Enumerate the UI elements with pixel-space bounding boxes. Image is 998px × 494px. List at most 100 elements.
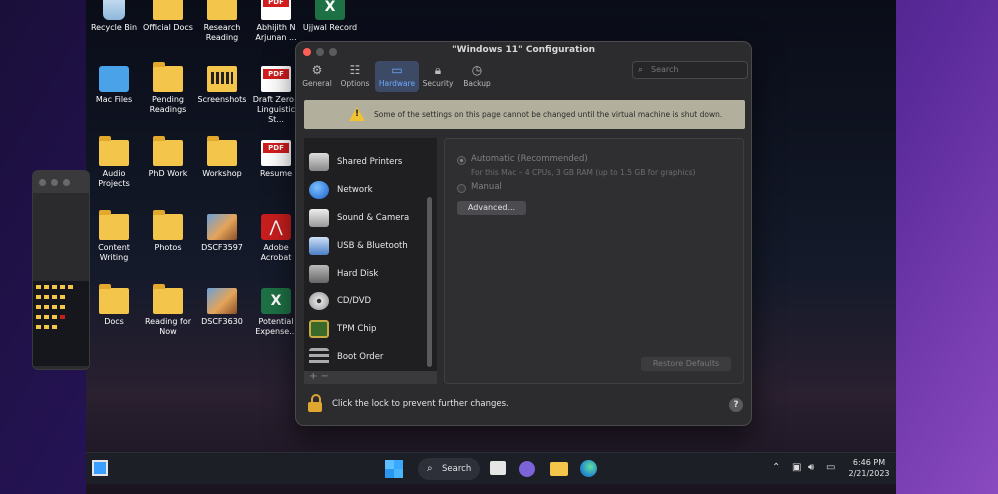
desktop-icon[interactable]: Research Reading [194, 0, 250, 43]
hardware-list-scrollbar[interactable] [427, 197, 432, 367]
sidebar-item-label: USB & Bluetooth [337, 241, 408, 251]
desktop-icon-label: Content Writing [98, 243, 130, 262]
clock-time: 6:46 PM [852, 458, 886, 467]
excel-icon: X [315, 0, 345, 20]
sidebar-item-boot-order[interactable]: Boot Order [309, 346, 429, 368]
sidebar-item-usb-bluetooth[interactable]: USB & Bluetooth [309, 235, 429, 257]
desktop-icon[interactable]: Workshop [194, 136, 250, 179]
lock-icon[interactable] [308, 394, 322, 412]
folder-icon [99, 210, 129, 240]
vm-configuration-dialog: "Windows 11" Configuration ⚙ General ☷ O… [295, 41, 752, 426]
pdf-icon: PDF [261, 66, 291, 92]
tab-security[interactable]: 🔒︎ Security [418, 61, 458, 92]
desktop-icon[interactable]: DSCF3630 [194, 288, 250, 327]
tab-hardware[interactable]: ▭ Hardware [375, 61, 419, 92]
folder-icon [153, 284, 183, 314]
desktop-icon[interactable]: Audio Projects [86, 136, 142, 189]
folder-icon [153, 210, 183, 240]
sidebar-item-hard-disk[interactable]: Hard Disk [309, 263, 429, 285]
task-view-icon[interactable] [490, 461, 506, 475]
desktop-icon[interactable]: PDF Abhijith N Arjunan ... [248, 0, 304, 43]
background-window-preview [33, 281, 89, 366]
tab-label: Security [422, 79, 454, 88]
volume-icon[interactable]: 🔊︎ [808, 462, 814, 473]
sidebar-item-sound-camera[interactable]: Sound & Camera [309, 207, 429, 229]
taskbar-clock[interactable]: 6:46 PM 2/21/2023 [846, 457, 892, 479]
taskbar-search-button[interactable]: ⌕ Search [418, 458, 480, 480]
add-remove-device-buttons[interactable]: + − [304, 371, 437, 384]
desktop-icon[interactable]: Official Docs [140, 0, 196, 33]
cpu-memory-panel: Automatic (Recommended) For this Mac – 4… [444, 138, 744, 384]
tab-general[interactable]: ⚙ General [297, 61, 337, 92]
desktop-icon-label: Reading for Now [144, 317, 191, 336]
desktop-icon-label: Recycle Bin [90, 23, 138, 32]
battery-icon[interactable]: ▭ [826, 462, 835, 473]
tab-label: Options [340, 79, 370, 88]
sidebar-item-label: Boot Order [337, 352, 384, 362]
desktop-icon-label: Screenshots [197, 95, 247, 104]
window-dot-icon [39, 179, 46, 186]
desktop-icon[interactable]: Mac Files [86, 66, 142, 105]
excel-icon: X [261, 288, 291, 314]
search-placeholder: Search [651, 65, 679, 74]
automatic-detail: For this Mac – 4 CPUs, 3 GB RAM (up to 1… [471, 168, 696, 177]
desktop-icon[interactable]: PhD Work [140, 136, 196, 179]
search-icon: ⌕ [427, 463, 433, 474]
desktop-icon-label: Pending Readings [149, 95, 187, 114]
advanced-button[interactable]: Advanced... [457, 201, 526, 215]
restore-defaults-button[interactable]: Restore Defaults [641, 357, 731, 371]
desktop-icon[interactable]: Pending Readings [140, 62, 196, 115]
desktop-icon-label: Mac Files [95, 95, 133, 104]
chat-icon[interactable] [519, 461, 535, 477]
desktop-icon[interactable]: Screenshots [194, 66, 250, 105]
help-button[interactable]: ? [729, 398, 743, 412]
sidebar-item-cd-dvd[interactable]: CD/DVD [309, 290, 429, 312]
desktop-icon[interactable]: Content Writing [86, 210, 142, 263]
desktop-icon-label: DSCF3597 [201, 243, 243, 252]
file-explorer-icon[interactable] [550, 462, 568, 476]
widgets-icon[interactable] [92, 460, 108, 476]
tab-backup[interactable]: ◷ Backup [457, 61, 497, 92]
automatic-radio[interactable] [457, 156, 466, 165]
windows-start-icon[interactable] [385, 460, 403, 478]
harddisk-icon [309, 265, 329, 283]
hardware-list: Shared Printers Network Sound & Camera U… [304, 138, 437, 371]
desktop-icon-label: DSCF3630 [201, 317, 243, 326]
taskbar-search-label: Search [442, 464, 472, 474]
desktop-icon[interactable]: Docs [86, 284, 142, 327]
background-window-thumbnail[interactable] [32, 170, 90, 370]
warning-text: Some of the settings on this page cannot… [374, 110, 723, 119]
pdf-icon: PDF [261, 0, 291, 20]
search-input[interactable]: ⌕ Search [632, 61, 748, 79]
sliders-icon: ☷ [349, 63, 361, 77]
desktop-icon-label: Docs [104, 317, 124, 326]
manual-label: Manual [471, 182, 502, 192]
chevron-up-icon[interactable]: ⌃ [772, 462, 780, 473]
warning-banner: Some of the settings on this page cannot… [304, 100, 745, 129]
desktop-icon[interactable]: Recycle Bin [86, 0, 142, 33]
folder-icon [207, 136, 237, 166]
sidebar-item-network[interactable]: Network [309, 179, 429, 201]
usb-icon [309, 237, 329, 255]
desktop-icon-label: PhD Work [148, 169, 188, 178]
edge-browser-icon[interactable] [580, 460, 597, 477]
desktop-icon[interactable]: Reading for Now [140, 284, 196, 337]
desktop-icon-label: Workshop [202, 169, 242, 178]
desktop-icon[interactable]: X Ujjwal Record [302, 0, 358, 33]
desktop-icon[interactable]: DSCF3597 [194, 214, 250, 253]
sidebar-item-label: Shared Printers [337, 157, 403, 167]
sidebar-item-shared-printers[interactable]: Shared Printers [309, 151, 429, 173]
tab-options[interactable]: ☷ Options [335, 61, 375, 92]
macfolder-icon [99, 66, 129, 92]
manual-radio[interactable] [457, 184, 466, 193]
recycle-icon [103, 0, 125, 20]
folder-icon [153, 0, 183, 20]
folder-icon [153, 62, 183, 92]
display-icon[interactable]: ▣ [792, 462, 801, 473]
globe-icon [309, 181, 329, 199]
warning-icon [349, 107, 365, 121]
desktop-icon[interactable]: Photos [140, 210, 196, 253]
printer-icon [309, 153, 329, 171]
sidebar-item-tpm-chip[interactable]: TPM Chip [309, 318, 429, 340]
background-window-titlebar [33, 171, 89, 193]
